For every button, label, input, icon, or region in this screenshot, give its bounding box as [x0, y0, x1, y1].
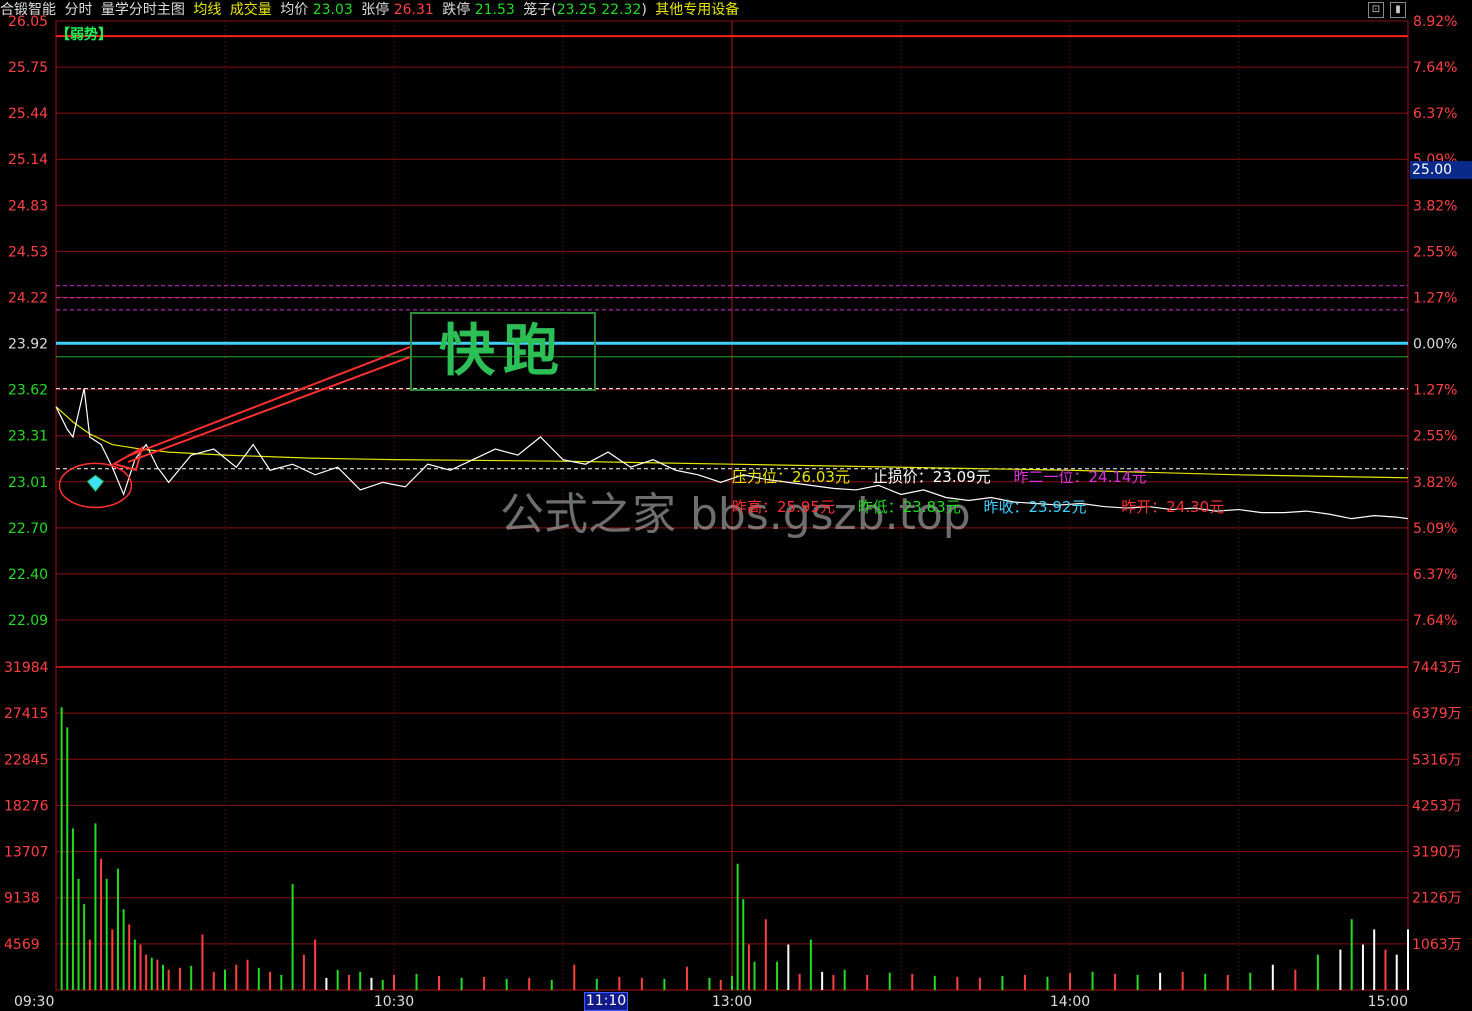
device-label[interactable]: 其他专用设备 — [655, 2, 739, 18]
price-axis-right: 8.92%7.64%6.37%5.09%3.82%2.55%1.27%0.00%… — [1413, 14, 1457, 629]
price-tick-label: 25.75 — [8, 60, 48, 76]
volume-tick-label: 27415 — [4, 706, 49, 722]
prev-low-label: 昨低： — [857, 498, 903, 516]
time-tick-label: 13:00 — [712, 994, 752, 1010]
pct-tick-label: 2.55% — [1413, 244, 1457, 260]
header-bar: 合锻智能 分时 量学分时主图 均线 成交量 均价 23.03 张停 26.31 … — [0, 0, 1472, 20]
price-tick-label: 25.44 — [8, 106, 48, 122]
amount-tick-label: 7443万 — [1412, 660, 1462, 676]
mode-label[interactable]: 分时 — [64, 2, 92, 18]
price-tick-label: 23.92 — [8, 337, 48, 353]
price-tick-label: 22.40 — [8, 567, 48, 583]
stock-name[interactable]: 合锻智能 — [0, 2, 56, 18]
pct-tick-label: 1.27% — [1413, 290, 1457, 306]
prev-high-label: 昨高： — [732, 498, 778, 516]
time-tick-label: 15:00 — [1368, 994, 1408, 1010]
limit-up-value: 26.31 — [393, 2, 434, 18]
pct-tick-label: 7.64% — [1413, 60, 1457, 76]
amount-tick-label: 2126万 — [1412, 891, 1462, 907]
prev-open-label: 昨开： — [1121, 498, 1167, 516]
formula-name[interactable]: 量学分时主图 — [101, 2, 185, 18]
annotation-arrow — [111, 346, 411, 472]
limit-down-value: 21.53 — [474, 2, 515, 18]
prev-close-value: 23.92元 — [1028, 498, 1087, 516]
volume-tick-label: 4569 — [4, 937, 40, 953]
volume-label: 成交量 — [229, 2, 272, 18]
amount-tick-label: 3190万 — [1412, 845, 1462, 861]
prev-high-value: 25.95元 — [777, 498, 835, 516]
volume-axis-right: 7443万 6379万 5316万 4253万 3190万 2126万 1063万 — [1412, 660, 1462, 953]
volume-tick-label: 13707 — [4, 845, 49, 861]
prev-second-value: 24.14元 — [1088, 468, 1147, 486]
arrow-shaft — [127, 346, 411, 457]
amount-tick-label: 6379万 — [1412, 706, 1462, 722]
limit-down-label: 跌停 — [442, 2, 471, 18]
volume-tick-label: 31984 — [4, 660, 49, 676]
time-cursor-label[interactable]: 11:10 — [584, 992, 628, 1011]
prev-open-value: 24.30元 — [1166, 498, 1225, 516]
info-row-1: 压力位：26.03元 止损价：23.09元 昨二一位：24.14元 — [732, 466, 1146, 487]
run-away-annotation: 快跑 — [410, 312, 596, 391]
buy-signal-icon — [86, 474, 105, 493]
panel-icon[interactable]: ▮ — [1390, 2, 1406, 18]
avg-price-value: 23.03 — [312, 2, 353, 18]
price-tick-label: 24.53 — [8, 244, 48, 260]
pct-tick-label: 1.27% — [1413, 383, 1457, 399]
pct-tick-label: 7.64% — [1413, 613, 1457, 629]
price-tick-label: 23.31 — [8, 429, 48, 445]
amount-tick-label: 5316万 — [1412, 752, 1462, 768]
price-axis-left: 26.0525.7525.4425.1424.8324.5324.2223.92… — [8, 14, 48, 629]
pct-tick-label: 6.37% — [1413, 106, 1457, 122]
time-tick-label: 10:30 — [374, 994, 414, 1010]
price-tick-label: 23.01 — [8, 475, 48, 491]
price-tick-label: 22.70 — [8, 521, 48, 537]
arrow-shaft — [127, 356, 411, 463]
stop-value: 23.09元 — [932, 468, 991, 486]
price-tick-label: 24.22 — [8, 290, 48, 306]
stop-label: 止损价： — [872, 468, 933, 486]
limit-up-label: 张停 — [361, 2, 390, 18]
current-price-tag: 25.00 — [1410, 161, 1472, 179]
price-tick-label: 24.83 — [8, 198, 48, 214]
prev-second-label: 昨二一位： — [1013, 468, 1089, 486]
pct-tick-label: 3.82% — [1413, 475, 1457, 491]
time-tick-label: 14:00 — [1050, 994, 1090, 1010]
amount-tick-label: 1063万 — [1412, 937, 1462, 953]
time-axis: 09:30 10:30 13:00 14:00 15:00 — [14, 994, 1408, 1010]
volume-bars — [60, 707, 1409, 990]
cage-close: ) — [641, 2, 647, 18]
pct-tick-label: 6.37% — [1413, 567, 1457, 583]
cage-value: 23.25 22.32 — [556, 2, 642, 18]
info-row-2: 昨高：25.95元 昨低：23.83元 昨收：23.92元 昨开：24.30元 — [732, 496, 1224, 517]
pct-tick-label: 0.00% — [1413, 337, 1457, 353]
amount-tick-label: 4253万 — [1412, 798, 1462, 814]
time-tick-label: 09:30 — [14, 994, 54, 1010]
weak-trend-tag: 【弱势】 — [56, 27, 112, 43]
pressure-label: 压力位： — [732, 468, 793, 486]
pct-tick-label: 2.55% — [1413, 429, 1457, 445]
avg-price-label: 均价 — [280, 2, 309, 18]
volume-tick-label: 22845 — [4, 752, 49, 768]
pct-tick-label: 3.82% — [1413, 198, 1457, 214]
pressure-value: 26.03元 — [792, 468, 850, 486]
price-tick-label: 22.09 — [8, 613, 48, 629]
volume-tick-label: 18276 — [4, 798, 49, 814]
restore-icon[interactable]: ⊡ — [1368, 2, 1384, 18]
pct-tick-label: 5.09% — [1413, 521, 1457, 537]
cage-label: 笼子( — [523, 2, 557, 18]
avg-line-label: 均线 — [193, 2, 222, 18]
volume-axis-left: 31984 27415 22845 18276 13707 9138 4569 — [4, 660, 49, 953]
price-tick-label: 23.62 — [8, 383, 48, 399]
volume-tick-label: 9138 — [4, 891, 40, 907]
prev-low-value: 23.83元 — [902, 498, 961, 516]
price-tick-label: 25.14 — [8, 152, 48, 168]
prev-close-label: 昨收： — [983, 498, 1029, 516]
